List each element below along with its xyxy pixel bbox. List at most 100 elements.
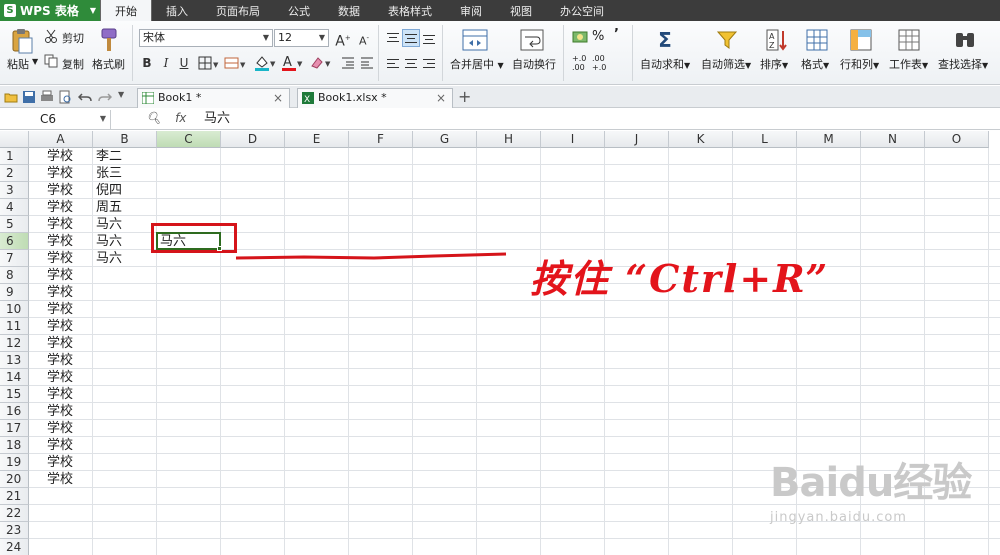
fill-handle[interactable] xyxy=(217,246,222,251)
paste-dropdown-icon[interactable]: ▼ xyxy=(32,57,38,66)
row-header-23[interactable]: 23 xyxy=(0,522,29,539)
row-header-8[interactable]: 8 xyxy=(0,267,29,284)
print-preview-icon[interactable] xyxy=(58,90,72,104)
row-header-13[interactable]: 13 xyxy=(0,352,29,369)
cell-a11[interactable]: 学校 xyxy=(47,318,73,335)
cell-a16[interactable]: 学校 xyxy=(47,403,73,420)
undo-icon[interactable] xyxy=(77,90,92,104)
cell-a10[interactable]: 学校 xyxy=(47,301,73,318)
cell-a14[interactable]: 学校 xyxy=(47,369,73,386)
chevron-down-icon[interactable]: ▼ xyxy=(100,110,106,128)
rows-columns-icon[interactable] xyxy=(850,29,872,51)
underline-button[interactable]: U xyxy=(175,54,193,72)
menu-tab-formulas[interactable]: 公式 xyxy=(274,0,324,21)
autosum-button[interactable]: 自动求和▼ xyxy=(640,56,690,72)
cell-style-icon[interactable]: ▼ xyxy=(224,56,248,70)
row-header-20[interactable]: 20 xyxy=(0,471,29,488)
cell-a3[interactable]: 学校 xyxy=(47,182,73,199)
column-header-n[interactable]: N xyxy=(861,131,925,148)
increase-decimal-button[interactable]: +.0.00 xyxy=(572,54,586,72)
cell-a5[interactable]: 学校 xyxy=(47,216,73,233)
binoculars-icon[interactable] xyxy=(954,29,976,51)
cell-a7[interactable]: 学校 xyxy=(47,250,73,267)
format-button[interactable]: 格式▼ xyxy=(801,56,829,72)
menu-tab-view[interactable]: 视图 xyxy=(496,0,546,21)
fx-icon[interactable]: fx xyxy=(175,111,186,125)
row-header-16[interactable]: 16 xyxy=(0,403,29,420)
sort-button[interactable]: 排序▼ xyxy=(760,56,788,72)
wrap-text-icon[interactable] xyxy=(520,29,544,51)
row-header-18[interactable]: 18 xyxy=(0,437,29,454)
fill-color-icon[interactable]: ▼ xyxy=(254,54,278,72)
format-icon[interactable] xyxy=(806,29,828,51)
row-header-9[interactable]: 9 xyxy=(0,284,29,301)
chevron-down-icon[interactable]: ▼ xyxy=(316,30,328,46)
cell-b5[interactable]: 马六 xyxy=(96,216,122,233)
worksheet-icon[interactable] xyxy=(898,29,920,51)
borders-icon[interactable]: ▼ xyxy=(198,56,220,70)
menu-tab-review[interactable]: 审阅 xyxy=(446,0,496,21)
row-header-11[interactable]: 11 xyxy=(0,318,29,335)
chevron-down-icon[interactable]: ▼ xyxy=(260,30,272,46)
cut-button[interactable]: 剪切 xyxy=(62,30,84,46)
cell-a4[interactable]: 学校 xyxy=(47,199,73,216)
align-bottom-icon[interactable] xyxy=(420,29,438,47)
column-header-g[interactable]: G xyxy=(413,131,477,148)
cell-a9[interactable]: 学校 xyxy=(47,284,73,301)
align-top-icon[interactable] xyxy=(384,29,402,47)
column-header-h[interactable]: H xyxy=(477,131,541,148)
italic-button[interactable]: I xyxy=(157,54,175,72)
font-size-select[interactable]: 12 ▼ xyxy=(274,29,329,47)
row-header-7[interactable]: 7 xyxy=(0,250,29,267)
menu-tab-home[interactable]: 开始 xyxy=(100,0,152,21)
column-header-b[interactable]: B xyxy=(93,131,157,148)
column-header-a[interactable]: A xyxy=(29,131,93,148)
cell-a6[interactable]: 学校 xyxy=(47,233,73,250)
paste-icon[interactable] xyxy=(10,27,34,55)
cell-b3[interactable]: 倪四 xyxy=(96,182,122,199)
merge-center-button[interactable]: 合并居中 ▼ xyxy=(450,56,504,72)
name-box[interactable]: C6 ▼ xyxy=(0,110,111,129)
formula-input[interactable]: 马六 xyxy=(204,110,230,128)
close-icon[interactable]: × xyxy=(273,89,283,107)
font-grow-button[interactable]: A+ xyxy=(334,29,352,50)
font-shrink-button[interactable]: A- xyxy=(355,29,373,48)
align-center-icon[interactable] xyxy=(402,55,420,73)
menu-tab-office-space[interactable]: 办公空间 xyxy=(546,0,618,21)
sort-icon[interactable]: AZ xyxy=(766,29,788,51)
font-color-icon[interactable]: A ▼ xyxy=(281,54,305,72)
outdent-icon[interactable] xyxy=(360,56,374,70)
filter-icon[interactable] xyxy=(716,29,738,51)
column-header-c[interactable]: C xyxy=(157,131,221,148)
cell-a17[interactable]: 学校 xyxy=(47,420,73,437)
align-middle-icon[interactable] xyxy=(402,29,420,47)
cell-a20[interactable]: 学校 xyxy=(47,471,73,488)
cell-a2[interactable]: 学校 xyxy=(47,165,73,182)
format-painter-button[interactable]: 格式刷 xyxy=(92,56,125,72)
cell-a19[interactable]: 学校 xyxy=(47,454,73,471)
column-header-e[interactable]: E xyxy=(285,131,349,148)
row-header-17[interactable]: 17 xyxy=(0,420,29,437)
row-header-15[interactable]: 15 xyxy=(0,386,29,403)
row-header-19[interactable]: 19 xyxy=(0,454,29,471)
document-tab-book1-xlsx[interactable]: X Book1.xlsx * × xyxy=(297,88,453,108)
row-header-22[interactable]: 22 xyxy=(0,505,29,522)
font-name-select[interactable]: 宋体 ▼ xyxy=(139,29,273,47)
column-header-i[interactable]: I xyxy=(541,131,605,148)
column-header-f[interactable]: F xyxy=(349,131,413,148)
row-header-2[interactable]: 2 xyxy=(0,165,29,182)
row-header-14[interactable]: 14 xyxy=(0,369,29,386)
rows-columns-button[interactable]: 行和列▼ xyxy=(840,56,879,72)
open-folder-icon[interactable] xyxy=(4,90,18,104)
row-header-6[interactable]: 6 xyxy=(0,233,29,250)
column-header-l[interactable]: L xyxy=(733,131,797,148)
merge-center-icon[interactable] xyxy=(462,29,488,51)
sigma-icon[interactable]: Σ xyxy=(654,28,676,52)
cell-a15[interactable]: 学校 xyxy=(47,386,73,403)
find-select-button[interactable]: 查找选择▼ xyxy=(938,56,988,72)
clear-format-icon[interactable]: ▼ xyxy=(309,54,333,72)
cell-b1[interactable]: 李二 xyxy=(96,148,122,165)
row-header-4[interactable]: 4 xyxy=(0,199,29,216)
column-header-o[interactable]: O xyxy=(925,131,989,148)
save-icon[interactable] xyxy=(22,90,36,104)
